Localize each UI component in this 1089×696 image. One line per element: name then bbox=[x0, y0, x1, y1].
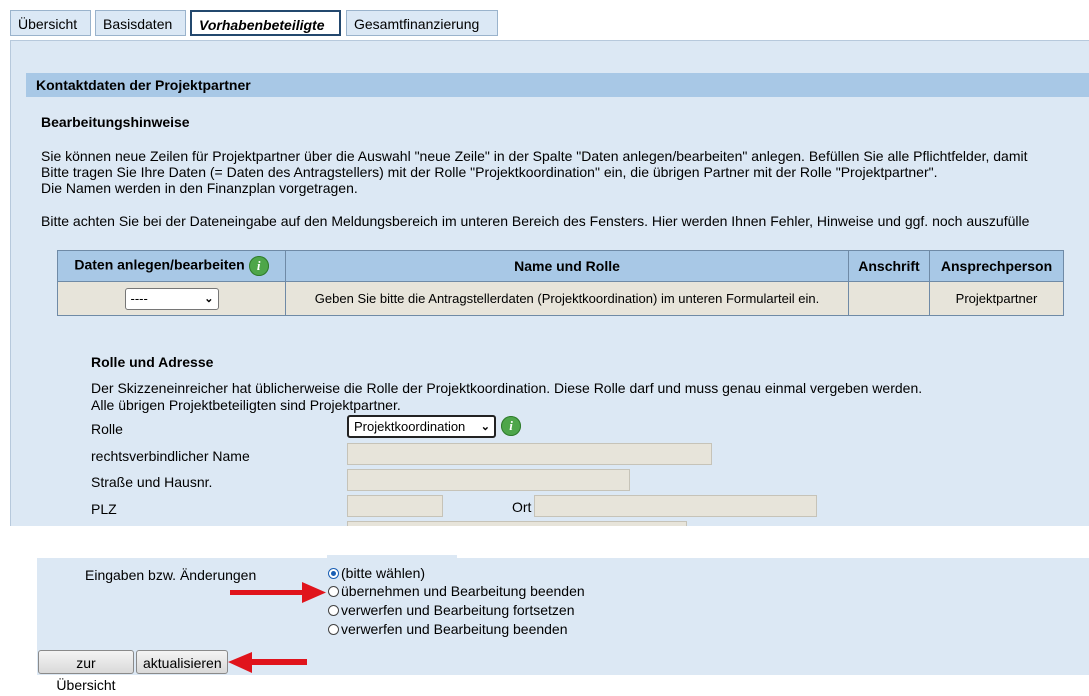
city-field[interactable] bbox=[534, 495, 817, 517]
role-label: Rolle bbox=[91, 421, 123, 437]
section-title: Kontaktdaten der Projektpartner bbox=[26, 73, 1089, 97]
table-row: ---- ⌄ Geben Sie bitte die Antragsteller… bbox=[57, 281, 1064, 316]
tab-gesamtfinanzierung[interactable]: Gesamtfinanzierung bbox=[346, 10, 498, 36]
radio-option-discard-finish[interactable]: verwerfen und Bearbeitung beenden bbox=[328, 621, 568, 637]
role-select-value: Projektkoordination bbox=[354, 419, 466, 434]
cell-address bbox=[848, 281, 930, 316]
next-field-partial[interactable] bbox=[347, 521, 687, 526]
form-desc-1: Der Skizzeneinreicher hat üblicherweise … bbox=[91, 380, 923, 396]
col-header-name-role: Name und Rolle bbox=[285, 250, 849, 282]
radio-button[interactable] bbox=[328, 604, 339, 616]
cell-name-role: Geben Sie bitte die Antragstellerdaten (… bbox=[285, 281, 849, 316]
hint-line-3: Die Namen werden in den Finanzplan vorge… bbox=[41, 180, 358, 196]
tab-uebersicht[interactable]: Übersicht bbox=[10, 10, 91, 36]
radio-label: übernehmen und Bearbeitung beenden bbox=[341, 583, 585, 599]
radio-button[interactable] bbox=[328, 623, 339, 635]
col-header-contact: Ansprechperson bbox=[929, 250, 1064, 282]
street-label: Straße und Hausnr. bbox=[91, 474, 213, 490]
action-select-value: ---- bbox=[130, 290, 148, 306]
radio-button-selected[interactable] bbox=[328, 567, 339, 579]
refresh-button[interactable]: aktualisieren bbox=[136, 650, 228, 674]
overview-button[interactable]: zur Übersicht bbox=[38, 650, 134, 693]
tab-bar: Übersicht Basisdaten Vorhabenbeteiligte … bbox=[10, 10, 1089, 40]
arrow-left-icon bbox=[228, 652, 307, 673]
chevron-down-icon: ⌄ bbox=[480, 421, 490, 433]
arrow-right-icon bbox=[230, 582, 326, 603]
radio-option-apply-finish[interactable]: übernehmen und Bearbeitung beenden bbox=[328, 583, 585, 599]
zip-field[interactable] bbox=[347, 495, 443, 517]
radio-label: verwerfen und Bearbeitung fortsetzen bbox=[341, 602, 575, 618]
radio-option-choose[interactable]: (bitte wählen) bbox=[328, 565, 425, 581]
radio-button[interactable] bbox=[328, 585, 339, 597]
tab-vorhabenbeteiligte[interactable]: Vorhabenbeteiligte bbox=[190, 10, 341, 36]
hint-line-2: Bitte tragen Sie Ihre Daten (= Daten des… bbox=[41, 164, 938, 180]
street-field[interactable] bbox=[347, 469, 630, 491]
col-header-address: Anschrift bbox=[848, 250, 930, 282]
role-select[interactable]: Projektkoordination ⌄ bbox=[347, 415, 496, 438]
col-header-edit: Daten anlegen/bearbeiten i bbox=[57, 250, 286, 282]
city-label: Ort bbox=[512, 499, 532, 515]
radio-option-discard-continue[interactable]: verwerfen und Bearbeitung fortsetzen bbox=[328, 602, 574, 618]
info-icon[interactable]: i bbox=[501, 416, 521, 436]
hint-line-1: Sie können neue Zeilen für Projektpartne… bbox=[41, 148, 1028, 164]
tab-basisdaten[interactable]: Basisdaten bbox=[95, 10, 186, 36]
form-heading: Rolle und Adresse bbox=[91, 354, 214, 370]
hints-heading: Bearbeitungshinweise bbox=[41, 114, 190, 130]
legal-name-label: rechtsverbindlicher Name bbox=[91, 448, 250, 464]
form-desc-2: Alle übrigen Projektbeteiligten sind Pro… bbox=[91, 397, 401, 413]
cell-contact: Projektpartner bbox=[929, 281, 1064, 316]
chevron-down-icon: ⌄ bbox=[204, 292, 214, 305]
zip-label: PLZ bbox=[91, 501, 117, 517]
cell-action: ---- ⌄ bbox=[57, 281, 286, 316]
radio-label: verwerfen und Bearbeitung beenden bbox=[341, 621, 568, 637]
panel-notch bbox=[327, 555, 457, 558]
col-header-edit-label: Daten anlegen/bearbeiten bbox=[74, 256, 245, 273]
radio-label: (bitte wählen) bbox=[341, 565, 426, 581]
partner-table: Daten anlegen/bearbeiten i Name und Roll… bbox=[57, 250, 1064, 316]
notice-line: Bitte achten Sie bei der Dateneingabe au… bbox=[41, 213, 1030, 229]
info-icon[interactable]: i bbox=[248, 256, 269, 276]
legal-name-field[interactable] bbox=[347, 443, 712, 465]
action-select[interactable]: ---- ⌄ bbox=[124, 287, 219, 310]
